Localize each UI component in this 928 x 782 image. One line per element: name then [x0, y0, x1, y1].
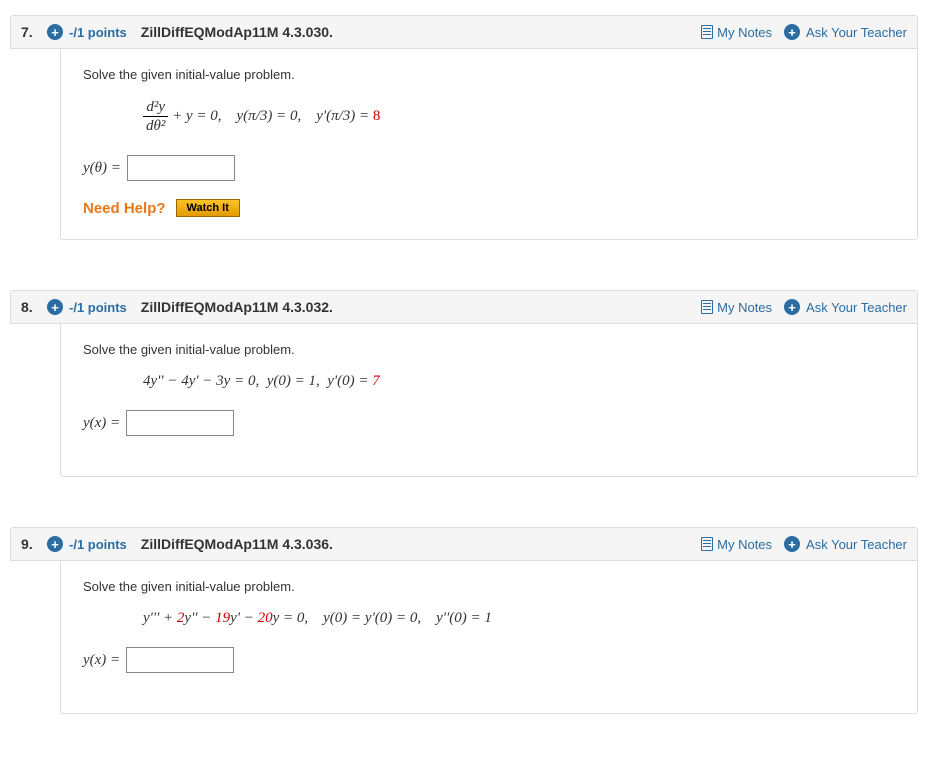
answer-input[interactable] [127, 155, 235, 181]
answer-label: y(x) = [83, 415, 120, 432]
question-body: Solve the given initial-value problem. d… [60, 49, 918, 240]
question-ref: ZillDiffEQModAp11M 4.3.032. [141, 299, 333, 315]
question-body: Solve the given initial-value problem. y… [60, 561, 918, 714]
ask-teacher-label: Ask Your Teacher [806, 300, 907, 315]
ask-teacher-label: Ask Your Teacher [806, 25, 907, 40]
question-ref: ZillDiffEQModAp11M 4.3.036. [141, 536, 333, 552]
expand-icon[interactable]: + [47, 536, 63, 552]
ask-teacher-link[interactable]: + Ask Your Teacher [784, 24, 907, 40]
notes-icon [701, 25, 713, 39]
question-ref: ZillDiffEQModAp11M 4.3.030. [141, 24, 333, 40]
question-header: 8. + -/1 points ZillDiffEQModAp11M 4.3.0… [10, 290, 918, 324]
need-help-label: Need Help? [83, 200, 166, 217]
answer-label: y(x) = [83, 652, 120, 669]
equation: 4y'' − 4y' − 3y = 0, y(0) = 1, y'(0) = 7 [143, 373, 895, 390]
notes-icon [701, 300, 713, 314]
question-9: 9. + -/1 points ZillDiffEQModAp11M 4.3.0… [10, 527, 918, 714]
question-prompt: Solve the given initial-value problem. [83, 67, 895, 82]
question-prompt: Solve the given initial-value problem. [83, 342, 895, 357]
question-number: 9. [21, 536, 39, 552]
watch-it-button[interactable]: Watch It [176, 199, 240, 217]
answer-input[interactable] [126, 647, 234, 673]
my-notes-link[interactable]: My Notes [701, 25, 772, 40]
answer-label: y(θ) = [83, 160, 121, 177]
question-prompt: Solve the given initial-value problem. [83, 579, 895, 594]
question-header: 7. + -/1 points ZillDiffEQModAp11M 4.3.0… [10, 15, 918, 49]
question-body: Solve the given initial-value problem. 4… [60, 324, 918, 477]
equation: d²y dθ² + y = 0, y(π/3) = 0, y'(π/3) = 8 [143, 98, 895, 135]
answer-row: y(θ) = [83, 155, 895, 181]
ask-teacher-link[interactable]: + Ask Your Teacher [784, 299, 907, 315]
answer-row: y(x) = [83, 647, 895, 673]
points-label: -/1 points [69, 537, 127, 552]
notes-icon [701, 537, 713, 551]
answer-input[interactable] [126, 410, 234, 436]
question-7: 7. + -/1 points ZillDiffEQModAp11M 4.3.0… [10, 15, 918, 240]
question-number: 8. [21, 299, 39, 315]
plus-icon: + [784, 24, 800, 40]
points-label: -/1 points [69, 25, 127, 40]
question-number: 7. [21, 24, 39, 40]
plus-icon: + [784, 299, 800, 315]
my-notes-link[interactable]: My Notes [701, 300, 772, 315]
equation: y''' + 2y'' − 19y' − 20y = 0, y(0) = y'(… [143, 610, 895, 627]
my-notes-link[interactable]: My Notes [701, 537, 772, 552]
points-label: -/1 points [69, 300, 127, 315]
my-notes-label: My Notes [717, 300, 772, 315]
my-notes-label: My Notes [717, 537, 772, 552]
question-8: 8. + -/1 points ZillDiffEQModAp11M 4.3.0… [10, 290, 918, 477]
plus-icon: + [784, 536, 800, 552]
expand-icon[interactable]: + [47, 24, 63, 40]
ask-teacher-link[interactable]: + Ask Your Teacher [784, 536, 907, 552]
ask-teacher-label: Ask Your Teacher [806, 537, 907, 552]
need-help-row: Need Help? Watch It [83, 199, 895, 217]
my-notes-label: My Notes [717, 25, 772, 40]
question-header: 9. + -/1 points ZillDiffEQModAp11M 4.3.0… [10, 527, 918, 561]
answer-row: y(x) = [83, 410, 895, 436]
expand-icon[interactable]: + [47, 299, 63, 315]
